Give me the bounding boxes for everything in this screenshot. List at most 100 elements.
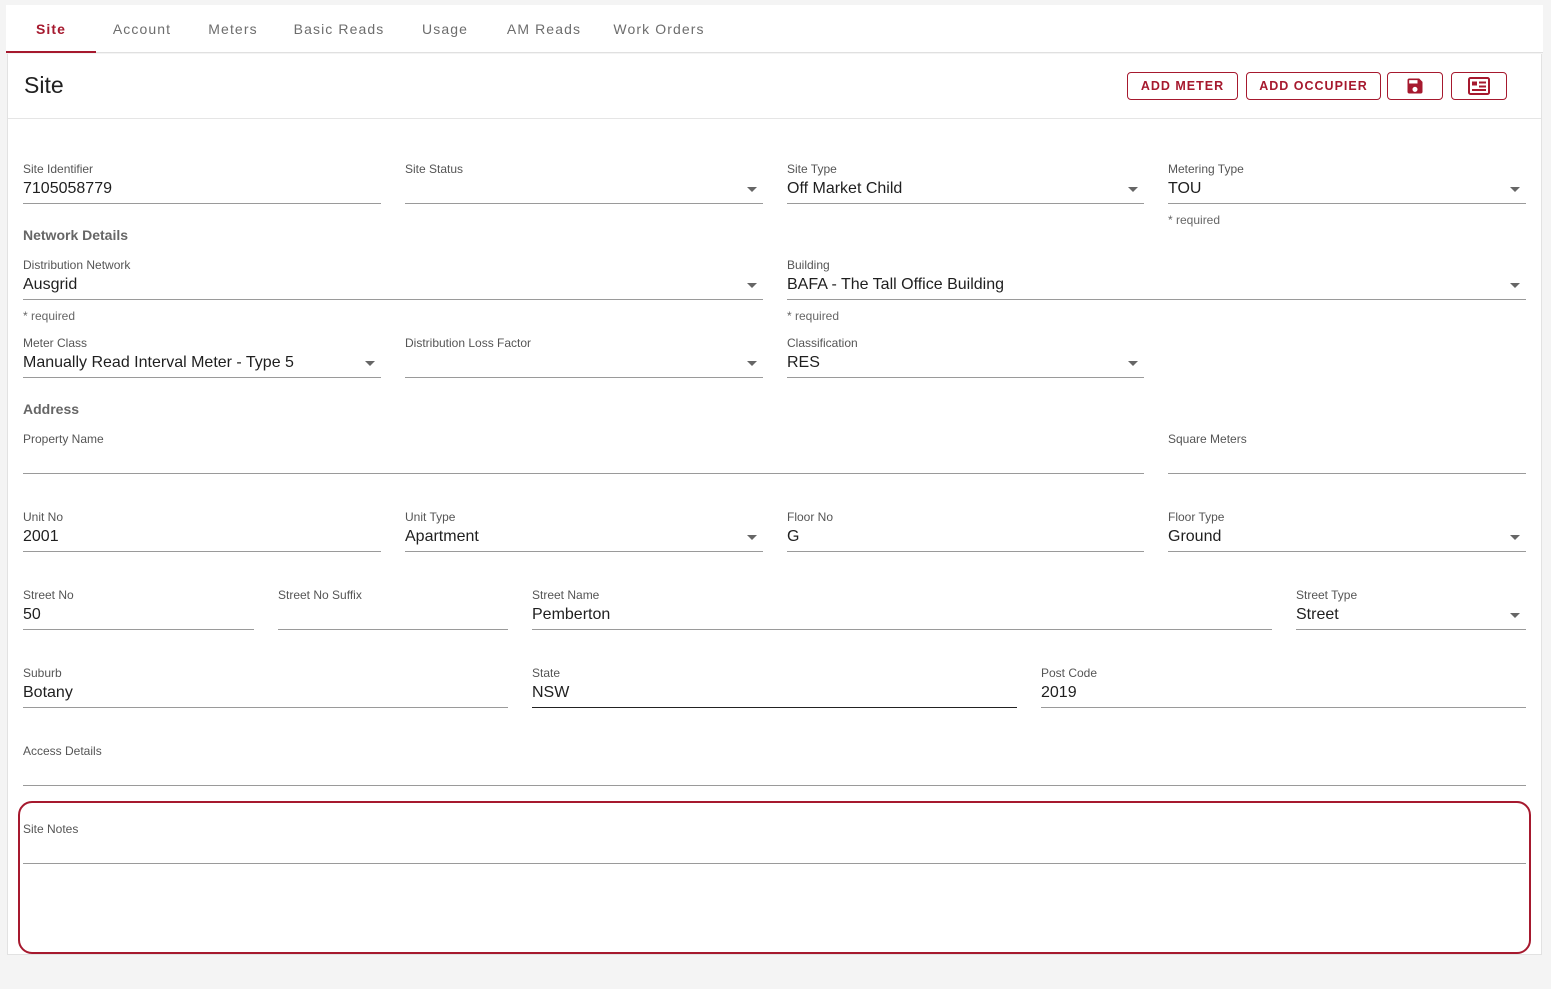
underline <box>23 299 763 300</box>
tab-account[interactable]: Account <box>102 5 182 53</box>
dropdown-arrow-icon[interactable] <box>747 535 757 540</box>
underline <box>23 377 381 378</box>
add-meter-button[interactable]: ADD METER <box>1127 72 1238 100</box>
dropdown-arrow-icon[interactable] <box>1128 361 1138 366</box>
underline <box>23 629 254 630</box>
add-occupier-button[interactable]: ADD OCCUPIER <box>1246 72 1381 100</box>
underline <box>23 785 1526 786</box>
site-notes-label: Site Notes <box>23 822 79 836</box>
building-select[interactable]: Building BAFA - The Tall Office Building… <box>787 258 1526 324</box>
meter-class-value: Manually Read Interval Meter - Type 5 <box>23 354 294 371</box>
classification-label: Classification <box>787 336 858 350</box>
required-hint: * required <box>1168 213 1221 227</box>
tab-meters[interactable]: Meters <box>196 5 270 53</box>
site-type-value: Off Market Child <box>787 180 903 197</box>
access-details-field[interactable]: Access Details <box>23 744 1526 790</box>
site-notes-field[interactable]: Site Notes <box>23 822 1526 868</box>
tab-basic-reads[interactable]: Basic Reads <box>286 5 392 53</box>
distribution-loss-factor-label: Distribution Loss Factor <box>405 336 532 350</box>
suburb-value: Botany <box>23 684 73 701</box>
save-icon <box>1407 78 1423 94</box>
tab-am-reads[interactable]: AM Reads <box>498 5 590 53</box>
street-no-field[interactable]: Street No 50 <box>23 588 254 634</box>
street-name-label: Street Name <box>532 588 600 602</box>
dropdown-arrow-icon[interactable] <box>365 361 375 366</box>
post-code-label: Post Code <box>1041 666 1098 680</box>
property-name-label: Property Name <box>23 432 104 446</box>
required-hint: * required <box>787 309 840 323</box>
distribution-network-label: Distribution Network <box>23 258 131 272</box>
property-name-field[interactable]: Property Name <box>23 432 1144 478</box>
square-meters-label: Square Meters <box>1168 432 1247 446</box>
site-type-select[interactable]: Site Type Off Market Child <box>787 162 1144 208</box>
underline <box>23 863 1526 864</box>
floor-no-label: Floor No <box>787 510 834 524</box>
distribution-network-value: Ausgrid <box>23 276 78 293</box>
state-value: NSW <box>532 684 570 701</box>
dropdown-arrow-icon[interactable] <box>1510 187 1520 192</box>
meter-class-label: Meter Class <box>23 336 88 350</box>
dropdown-arrow-icon[interactable] <box>747 361 757 366</box>
metering-type-label: Metering Type <box>1168 162 1244 176</box>
distribution-network-select[interactable]: Distribution Network Ausgrid * required <box>23 258 763 324</box>
floor-no-value: G <box>787 528 800 545</box>
underline <box>1168 203 1526 204</box>
card-header: Site ADD METER ADD OCCUPIER <box>8 54 1541 119</box>
street-no-value: 50 <box>23 606 41 623</box>
dropdown-arrow-icon[interactable] <box>747 283 757 288</box>
meter-class-select[interactable]: Meter Class Manually Read Interval Meter… <box>23 336 381 382</box>
site-identifier-value: 7105058779 <box>23 180 112 197</box>
post-code-value: 2019 <box>1041 684 1077 701</box>
floor-type-select[interactable]: Floor Type Ground <box>1168 510 1526 556</box>
required-hint: * required <box>23 309 76 323</box>
tab-work-orders[interactable]: Work Orders <box>604 5 714 53</box>
unit-type-select[interactable]: Unit Type Apartment <box>405 510 763 556</box>
underline <box>1296 629 1526 630</box>
underline <box>1168 473 1526 474</box>
street-type-select[interactable]: Street Type Street <box>1296 588 1526 634</box>
floor-no-field[interactable]: Floor No G <box>787 510 1144 556</box>
building-value: BAFA - The Tall Office Building <box>787 276 1005 293</box>
tab-bar: Site Account Meters Basic Reads Usage AM… <box>6 5 1543 53</box>
access-details-label: Access Details <box>23 744 102 758</box>
details-button[interactable] <box>1451 72 1507 100</box>
tab-usage[interactable]: Usage <box>412 5 478 53</box>
state-field[interactable]: State NSW <box>532 666 1017 712</box>
street-name-value: Pemberton <box>532 606 611 623</box>
classification-value: RES <box>787 354 820 371</box>
street-no-suffix-field[interactable]: Street No Suffix <box>278 588 508 634</box>
metering-type-select[interactable]: Metering Type TOU * required <box>1168 162 1526 228</box>
site-identifier-field[interactable]: Site Identifier 7105058779 <box>23 162 381 208</box>
square-meters-field[interactable]: Square Meters <box>1168 432 1526 478</box>
dropdown-arrow-icon[interactable] <box>1510 613 1520 618</box>
post-code-field[interactable]: Post Code 2019 <box>1041 666 1526 712</box>
dropdown-arrow-icon[interactable] <box>1510 535 1520 540</box>
site-type-label: Site Type <box>787 162 837 176</box>
site-status-select[interactable]: Site Status <box>405 162 763 208</box>
underline <box>23 551 381 552</box>
tab-site[interactable]: Site <box>6 5 96 53</box>
dropdown-arrow-icon[interactable] <box>1128 187 1138 192</box>
dropdown-arrow-icon[interactable] <box>747 187 757 192</box>
underline <box>787 551 1144 552</box>
unit-no-value: 2001 <box>23 528 59 545</box>
street-type-label: Street Type <box>1296 588 1358 602</box>
save-button[interactable] <box>1387 72 1443 100</box>
underline <box>787 299 1526 300</box>
street-name-field[interactable]: Street Name Pemberton <box>532 588 1272 634</box>
building-label: Building <box>787 258 830 272</box>
suburb-label: Suburb <box>23 666 62 680</box>
underline <box>23 203 381 204</box>
network-details-heading: Network Details <box>23 227 129 243</box>
suburb-field[interactable]: Suburb Botany <box>23 666 508 712</box>
underline <box>1041 707 1526 708</box>
dropdown-arrow-icon[interactable] <box>1510 283 1520 288</box>
unit-type-label: Unit Type <box>405 510 456 524</box>
unit-no-field[interactable]: Unit No 2001 <box>23 510 381 556</box>
street-no-suffix-label: Street No Suffix <box>278 588 362 602</box>
classification-select[interactable]: Classification RES <box>787 336 1144 382</box>
distribution-loss-factor-select[interactable]: Distribution Loss Factor <box>405 336 763 382</box>
underline <box>1168 551 1526 552</box>
underline <box>787 377 1144 378</box>
underline <box>405 551 763 552</box>
